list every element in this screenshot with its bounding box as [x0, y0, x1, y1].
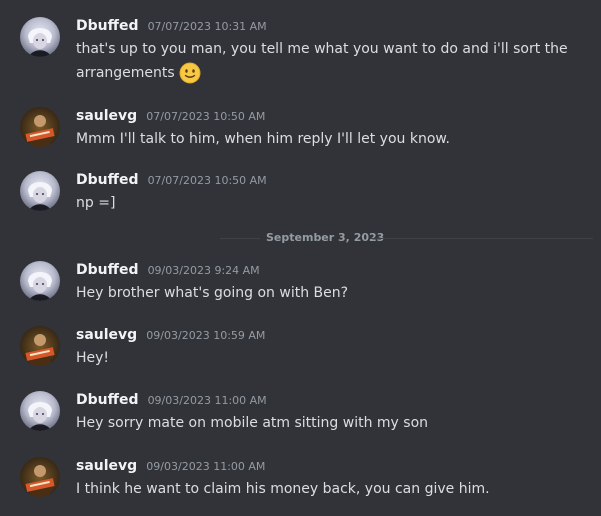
message-item: Dbuffed 07/07/2023 10:50 AM np =] — [0, 169, 601, 219]
user-avatar[interactable] — [20, 171, 60, 211]
username[interactable]: Dbuffed — [76, 392, 138, 408]
username[interactable]: Dbuffed — [76, 172, 138, 188]
timestamp: 09/03/2023 10:59 AM — [146, 329, 266, 342]
dbuffed-avatar-image — [20, 17, 60, 57]
message-content: Hey brother what's going on with Ben? — [76, 281, 576, 305]
user-avatar[interactable] — [20, 261, 60, 301]
message-header: Dbuffed 09/03/2023 11:00 AM — [76, 389, 267, 411]
timestamp: 07/07/2023 10:50 AM — [146, 110, 266, 123]
slightly-smiling-face-icon — [179, 62, 201, 84]
message-item: saulevg 07/07/2023 10:50 AM Mmm I'll tal… — [0, 105, 601, 155]
message-text: I think he want to claim his money back,… — [76, 481, 490, 497]
message-item: saulevg 09/03/2023 11:00 AM I think he w… — [0, 455, 601, 505]
message-header: saulevg 09/03/2023 11:00 AM — [76, 455, 265, 477]
timestamp: 07/07/2023 10:31 AM — [147, 20, 267, 33]
saulevg-avatar-image — [20, 107, 60, 147]
username[interactable]: saulevg — [76, 458, 137, 474]
message-content: I think he want to claim his money back,… — [76, 477, 576, 501]
message-text: Hey sorry mate on mobile atm sitting wit… — [76, 415, 429, 431]
username[interactable]: Dbuffed — [76, 262, 138, 278]
message-text: that's up to you man, you tell me what y… — [76, 41, 568, 81]
dbuffed-avatar-image — [20, 391, 60, 431]
message-item: Dbuffed 09/03/2023 11:00 AM Hey sorry ma… — [0, 389, 601, 439]
username[interactable]: Dbuffed — [76, 18, 138, 34]
message-text: Mmm I'll talk to him, when him reply I'l… — [76, 131, 451, 147]
message-text: Hey brother what's going on with Ben? — [76, 285, 349, 301]
timestamp: 09/03/2023 11:00 AM — [147, 394, 267, 407]
dbuffed-avatar-image — [20, 171, 60, 211]
user-avatar[interactable] — [20, 107, 60, 147]
message-header: Dbuffed 09/03/2023 9:24 AM — [76, 259, 260, 281]
message-header: saulevg 07/07/2023 10:50 AM — [76, 105, 265, 127]
user-avatar[interactable] — [20, 391, 60, 431]
message-text: np =] — [76, 195, 116, 211]
user-avatar[interactable] — [20, 457, 60, 497]
message-content: Hey! — [76, 346, 576, 370]
message-header: Dbuffed 07/07/2023 10:31 AM — [76, 15, 267, 37]
saulevg-avatar-image — [20, 326, 60, 366]
message-item: Dbuffed 07/07/2023 10:31 AM that's up to… — [0, 15, 601, 85]
message-content: Mmm I'll talk to him, when him reply I'l… — [76, 127, 576, 151]
timestamp: 09/03/2023 9:24 AM — [147, 264, 260, 277]
message-text: Hey! — [76, 350, 110, 366]
message-content: np =] — [76, 191, 576, 215]
saulevg-avatar-image — [20, 457, 60, 497]
username[interactable]: saulevg — [76, 108, 137, 124]
dbuffed-avatar-image — [20, 261, 60, 301]
user-avatar[interactable] — [20, 17, 60, 57]
timestamp: 07/07/2023 10:50 AM — [147, 174, 267, 187]
message-item: Dbuffed 09/03/2023 9:24 AM Hey brother w… — [0, 259, 601, 309]
date-divider: September 3, 2023 — [220, 229, 593, 249]
username[interactable]: saulevg — [76, 327, 137, 343]
message-content: that's up to you man, you tell me what y… — [76, 37, 576, 85]
message-item: saulevg 09/03/2023 10:59 AM Hey! — [0, 324, 601, 374]
message-content: Hey sorry mate on mobile atm sitting wit… — [76, 411, 576, 435]
message-header: Dbuffed 07/07/2023 10:50 AM — [76, 169, 267, 191]
user-avatar[interactable] — [20, 326, 60, 366]
message-header: saulevg 09/03/2023 10:59 AM — [76, 324, 265, 346]
divider-line-right — [370, 238, 593, 239]
timestamp: 09/03/2023 11:00 AM — [146, 460, 266, 473]
divider-line-left — [220, 238, 260, 239]
